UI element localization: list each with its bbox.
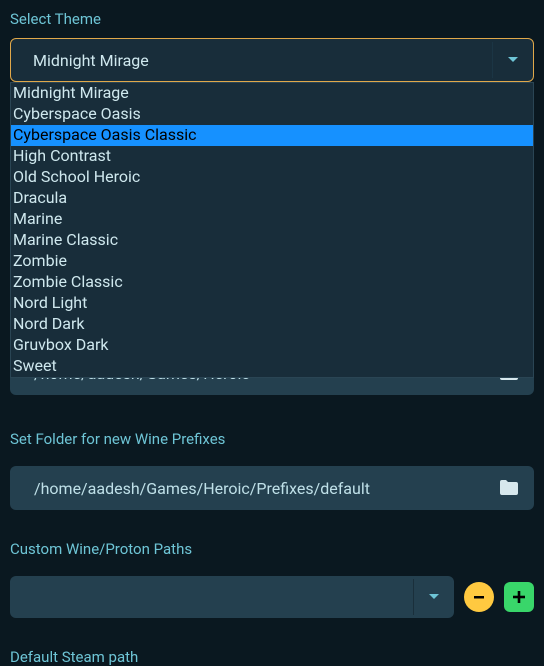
wine-prefixes-row: /home/aadesh/Games/Heroic/Prefixes/defau… xyxy=(10,466,534,510)
custom-paths-select[interactable] xyxy=(10,576,454,618)
wine-prefixes-value: /home/aadesh/Games/Heroic/Prefixes/defau… xyxy=(10,479,484,498)
theme-option-nord-dark[interactable]: Nord Dark xyxy=(11,314,533,335)
theme-dropdown[interactable]: Midnight Mirage Cyberspace Oasis Cybersp… xyxy=(10,82,534,378)
browse-wine-prefixes-button[interactable] xyxy=(484,480,534,496)
theme-option-midnight-mirage[interactable]: Midnight Mirage xyxy=(11,83,533,104)
theme-select-value: Midnight Mirage xyxy=(11,51,492,70)
default-steam-path-label: Default Steam path xyxy=(10,648,138,666)
theme-option-old-school-heroic[interactable]: Old School Heroic xyxy=(11,167,533,188)
custom-paths-label: Custom Wine/Proton Paths xyxy=(0,540,544,564)
folder-icon xyxy=(499,480,519,496)
theme-option-marine-classic[interactable]: Marine Classic xyxy=(11,230,533,251)
theme-option-dracula[interactable]: Dracula xyxy=(11,188,533,209)
theme-option-high-contrast[interactable]: High Contrast xyxy=(11,146,533,167)
chevron-down-icon[interactable] xyxy=(493,57,533,63)
theme-option-sweet[interactable]: Sweet xyxy=(11,356,533,377)
theme-option-cyberspace-oasis-classic[interactable]: Cyberspace Oasis Classic xyxy=(11,125,533,146)
theme-option-nord-light[interactable]: Nord Light xyxy=(11,293,533,314)
theme-option-marine[interactable]: Marine xyxy=(11,209,533,230)
minus-icon xyxy=(472,590,486,604)
theme-option-zombie[interactable]: Zombie xyxy=(11,251,533,272)
chevron-down-icon[interactable] xyxy=(414,594,454,600)
remove-path-button[interactable] xyxy=(464,582,494,612)
theme-option-gruvbox-dark[interactable]: Gruvbox Dark xyxy=(11,335,533,356)
theme-select[interactable]: Midnight Mirage xyxy=(10,38,534,82)
theme-option-zombie-classic[interactable]: Zombie Classic xyxy=(11,272,533,293)
wine-prefixes-label: Set Folder for new Wine Prefixes xyxy=(0,426,544,454)
select-theme-label: Select Theme xyxy=(0,0,544,34)
custom-paths-row xyxy=(0,576,544,618)
plus-icon xyxy=(511,589,527,605)
theme-option-cyberspace-oasis[interactable]: Cyberspace Oasis xyxy=(11,104,533,125)
add-path-button[interactable] xyxy=(504,582,534,612)
